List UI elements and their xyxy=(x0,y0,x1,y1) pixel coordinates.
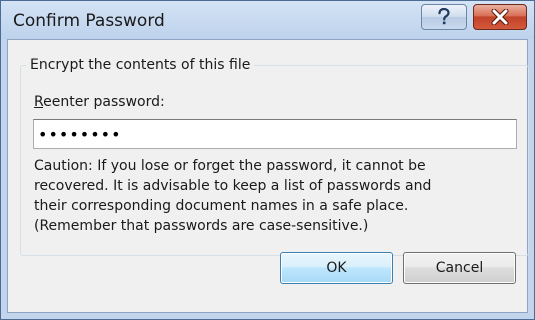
help-button[interactable] xyxy=(421,4,467,30)
close-icon xyxy=(491,9,509,25)
help-icon xyxy=(438,8,450,25)
cancel-button[interactable]: Cancel xyxy=(403,252,516,284)
caution-line: recovered. It is advisable to keep a lis… xyxy=(34,178,432,194)
dialog-title: Confirm Password xyxy=(13,11,165,31)
ok-button[interactable]: OK xyxy=(280,252,393,284)
confirm-password-dialog: Confirm Password Encrypt the contents of… xyxy=(0,0,535,320)
label-mnemonic: R xyxy=(34,94,44,110)
label-text: eenter password: xyxy=(43,94,165,110)
reenter-password-label: Reenter password: xyxy=(34,93,165,111)
caution-text: Caution: If you lose or forget the passw… xyxy=(34,156,524,236)
caution-line: Caution: If you lose or forget the passw… xyxy=(34,158,426,174)
password-input[interactable] xyxy=(33,119,517,149)
close-button[interactable] xyxy=(473,4,527,30)
caution-line: their corresponding document names in a … xyxy=(34,198,409,214)
dialog-body: Encrypt the contents of this file Reente… xyxy=(7,39,529,313)
group-caption: Encrypt the contents of this file xyxy=(26,56,255,74)
caution-line: (Remember that passwords are case-sensit… xyxy=(34,218,369,234)
title-bar[interactable]: Confirm Password xyxy=(1,1,534,39)
